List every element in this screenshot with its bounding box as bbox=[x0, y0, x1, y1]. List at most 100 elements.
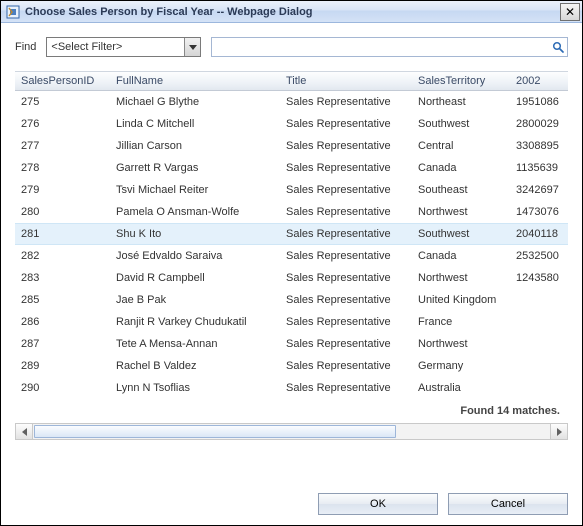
cell-salesterritory: Australia bbox=[412, 382, 510, 394]
table-row[interactable]: 277Jillian CarsonSales RepresentativeCen… bbox=[15, 135, 568, 157]
table-row[interactable]: 290Lynn N TsofliasSales RepresentativeAu… bbox=[15, 377, 568, 399]
table-row[interactable]: 285Jae B PakSales RepresentativeUnited K… bbox=[15, 289, 568, 311]
grid-header: SalesPersonID FullName Title SalesTerrit… bbox=[15, 71, 568, 91]
horizontal-scrollbar[interactable] bbox=[15, 423, 568, 440]
chevron-left-icon bbox=[22, 428, 27, 436]
cell-salesterritory: Northwest bbox=[412, 206, 510, 218]
cell-fullname: Ranjit R Varkey Chudukatil bbox=[110, 316, 280, 328]
table-row[interactable]: 275Michael G BlytheSales RepresentativeN… bbox=[15, 91, 568, 113]
cell-salespersonid: 290 bbox=[15, 382, 110, 394]
cell-2002: 2800029 bbox=[510, 118, 565, 130]
search-button[interactable] bbox=[549, 38, 567, 56]
chevron-right-icon bbox=[557, 428, 562, 436]
cell-title: Sales Representative bbox=[280, 316, 412, 328]
window-title: Choose Sales Person by Fiscal Year -- We… bbox=[25, 6, 560, 18]
cell-fullname: Jillian Carson bbox=[110, 140, 280, 152]
search-box bbox=[211, 37, 568, 57]
search-input[interactable] bbox=[212, 38, 549, 56]
cell-salesterritory: Northwest bbox=[412, 272, 510, 284]
cell-fullname: José Edvaldo Saraiva bbox=[110, 250, 280, 262]
cell-fullname: Pamela O Ansman-Wolfe bbox=[110, 206, 280, 218]
cell-salespersonid: 281 bbox=[15, 228, 110, 240]
col-header-fullname[interactable]: FullName bbox=[110, 75, 280, 87]
cell-title: Sales Representative bbox=[280, 228, 412, 240]
close-button[interactable]: ✕ bbox=[560, 3, 580, 21]
filter-select-value: <Select Filter> bbox=[47, 41, 184, 53]
table-row[interactable]: 286Ranjit R Varkey ChudukatilSales Repre… bbox=[15, 311, 568, 333]
cell-2002: 1135639 bbox=[510, 162, 565, 174]
cell-fullname: Rachel B Valdez bbox=[110, 360, 280, 372]
cell-title: Sales Representative bbox=[280, 96, 412, 108]
button-bar: OK Cancel bbox=[318, 493, 568, 515]
cell-fullname: Jae B Pak bbox=[110, 294, 280, 306]
table-row[interactable]: 279Tsvi Michael ReiterSales Representati… bbox=[15, 179, 568, 201]
cell-salesterritory: Germany bbox=[412, 360, 510, 372]
filter-select[interactable]: <Select Filter> bbox=[46, 37, 201, 57]
scroll-track[interactable] bbox=[33, 424, 550, 439]
scroll-left-button[interactable] bbox=[16, 424, 33, 439]
matches-summary: Found 14 matches. bbox=[15, 399, 568, 421]
table-row[interactable]: 281Shu K ItoSales RepresentativeSouthwes… bbox=[15, 223, 568, 245]
ok-button[interactable]: OK bbox=[318, 493, 438, 515]
find-row: Find <Select Filter> bbox=[15, 37, 568, 57]
table-row[interactable]: 282José Edvaldo SaraivaSales Representat… bbox=[15, 245, 568, 267]
cell-salesterritory: Southwest bbox=[412, 118, 510, 130]
filter-select-arrow[interactable] bbox=[184, 38, 200, 56]
cell-salespersonid: 279 bbox=[15, 184, 110, 196]
cell-salesterritory: United Kingdom bbox=[412, 294, 510, 306]
cell-salespersonid: 287 bbox=[15, 338, 110, 350]
cell-fullname: Shu K Ito bbox=[110, 228, 280, 240]
title-bar: Choose Sales Person by Fiscal Year -- We… bbox=[1, 1, 582, 23]
cell-salespersonid: 289 bbox=[15, 360, 110, 372]
col-header-title[interactable]: Title bbox=[280, 75, 412, 87]
cell-fullname: David R Campbell bbox=[110, 272, 280, 284]
cell-salespersonid: 280 bbox=[15, 206, 110, 218]
cell-title: Sales Representative bbox=[280, 162, 412, 174]
col-header-2002[interactable]: 2002 bbox=[510, 75, 565, 87]
cell-title: Sales Representative bbox=[280, 338, 412, 350]
cell-salespersonid: 283 bbox=[15, 272, 110, 284]
table-row[interactable]: 289Rachel B ValdezSales RepresentativeGe… bbox=[15, 355, 568, 377]
cell-fullname: Lynn N Tsoflias bbox=[110, 382, 280, 394]
cell-2002: 3308895 bbox=[510, 140, 565, 152]
cell-salespersonid: 277 bbox=[15, 140, 110, 152]
cell-salespersonid: 275 bbox=[15, 96, 110, 108]
cell-salesterritory: Canada bbox=[412, 162, 510, 174]
grid-body: 275Michael G BlytheSales RepresentativeN… bbox=[15, 91, 568, 399]
search-icon bbox=[552, 41, 565, 54]
cell-title: Sales Representative bbox=[280, 382, 412, 394]
cell-2002: 2532500 bbox=[510, 250, 565, 262]
cell-fullname: Michael G Blythe bbox=[110, 96, 280, 108]
cell-salesterritory: France bbox=[412, 316, 510, 328]
cell-2002: 3242697 bbox=[510, 184, 565, 196]
chevron-down-icon bbox=[189, 45, 197, 50]
col-header-salespersonid[interactable]: SalesPersonID bbox=[15, 75, 110, 87]
scroll-right-button[interactable] bbox=[550, 424, 567, 439]
cell-title: Sales Representative bbox=[280, 140, 412, 152]
cell-title: Sales Representative bbox=[280, 360, 412, 372]
cell-salesterritory: Northwest bbox=[412, 338, 510, 350]
cell-salesterritory: Southeast bbox=[412, 184, 510, 196]
cell-salesterritory: Central bbox=[412, 140, 510, 152]
table-row[interactable]: 287Tete A Mensa-AnnanSales Representativ… bbox=[15, 333, 568, 355]
cell-title: Sales Representative bbox=[280, 184, 412, 196]
cell-2002: 1243580 bbox=[510, 272, 565, 284]
scroll-thumb[interactable] bbox=[34, 425, 396, 438]
cell-fullname: Tete A Mensa-Annan bbox=[110, 338, 280, 350]
results-grid: SalesPersonID FullName Title SalesTerrit… bbox=[15, 71, 568, 440]
cell-fullname: Tsvi Michael Reiter bbox=[110, 184, 280, 196]
table-row[interactable]: 278Garrett R VargasSales RepresentativeC… bbox=[15, 157, 568, 179]
cell-salespersonid: 286 bbox=[15, 316, 110, 328]
cell-salespersonid: 282 bbox=[15, 250, 110, 262]
cell-salesterritory: Canada bbox=[412, 250, 510, 262]
cell-2002: 1473076 bbox=[510, 206, 565, 218]
cell-title: Sales Representative bbox=[280, 272, 412, 284]
table-row[interactable]: 276Linda C MitchellSales RepresentativeS… bbox=[15, 113, 568, 135]
col-header-salesterritory[interactable]: SalesTerritory bbox=[412, 75, 510, 87]
cell-salesterritory: Northeast bbox=[412, 96, 510, 108]
find-label: Find bbox=[15, 41, 36, 53]
cancel-button[interactable]: Cancel bbox=[448, 493, 568, 515]
table-row[interactable]: 280Pamela O Ansman-WolfeSales Representa… bbox=[15, 201, 568, 223]
table-row[interactable]: 283David R CampbellSales RepresentativeN… bbox=[15, 267, 568, 289]
cell-title: Sales Representative bbox=[280, 294, 412, 306]
